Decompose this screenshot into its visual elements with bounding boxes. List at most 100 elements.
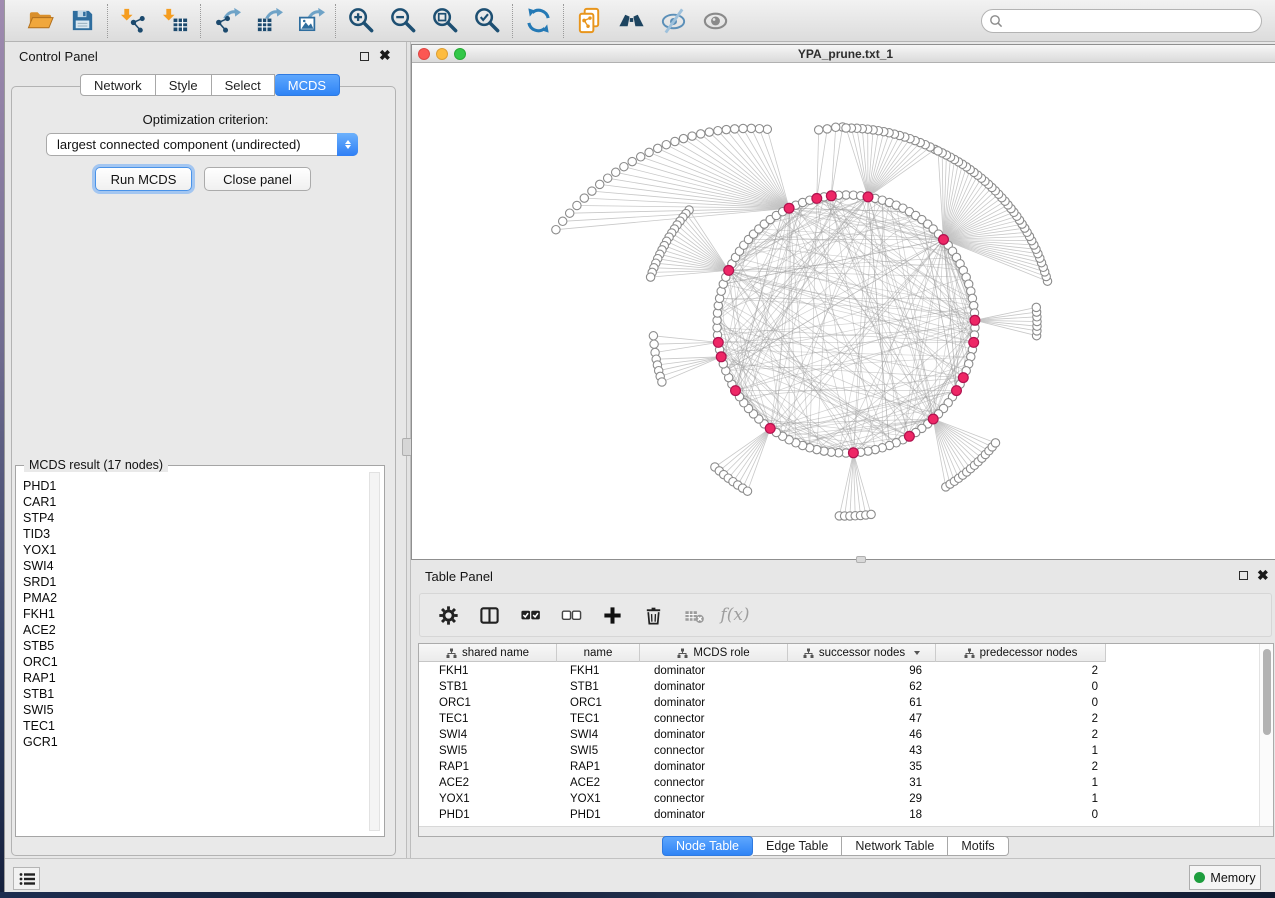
graph-leaf-node[interactable]	[763, 125, 771, 133]
mcds-result-item[interactable]: STP4	[23, 510, 58, 526]
graph-mcds-node[interactable]	[939, 235, 949, 245]
table-float-panel-icon[interactable]	[1239, 571, 1248, 580]
export-image-button[interactable]	[294, 5, 326, 37]
tab-network[interactable]: Network	[80, 74, 156, 96]
float-panel-icon[interactable]	[360, 52, 369, 61]
task-history-button[interactable]	[13, 867, 40, 890]
graph-leaf-node[interactable]	[559, 217, 567, 225]
delete-button[interactable]	[641, 603, 665, 627]
network-graph-canvas[interactable]	[412, 63, 1275, 559]
graph-mcds-node[interactable]	[784, 203, 794, 213]
graph-leaf-node[interactable]	[645, 148, 653, 156]
graph-mcds-node[interactable]	[716, 352, 726, 362]
search-input[interactable]	[1003, 14, 1233, 28]
graph-leaf-node[interactable]	[688, 132, 696, 140]
table-row-YOX1[interactable]: YOX1YOX1connector291	[419, 791, 1106, 807]
graph-leaf-node[interactable]	[823, 125, 831, 133]
mcds-result-item[interactable]: ORC1	[23, 654, 58, 670]
graph-leaf-node[interactable]	[654, 144, 662, 152]
import-network-button[interactable]	[117, 5, 149, 37]
mcds-result-item[interactable]: TEC1	[23, 718, 58, 734]
close-panel-button[interactable]: Close panel	[204, 167, 311, 191]
graph-leaf-node[interactable]	[573, 201, 581, 209]
mcds-result-item[interactable]: SWI5	[23, 702, 58, 718]
tab-style[interactable]: Style	[156, 74, 212, 96]
export-table-button[interactable]	[252, 5, 284, 37]
graph-leaf-node[interactable]	[662, 141, 670, 149]
graph-leaf-node[interactable]	[739, 124, 747, 132]
graph-mcds-node[interactable]	[826, 191, 836, 201]
graph-leaf-node[interactable]	[842, 124, 850, 132]
mcds-result-item[interactable]: SWI4	[23, 558, 58, 574]
graph-leaf-node[interactable]	[867, 510, 875, 518]
column-header-successor-nodes[interactable]: successor nodes	[788, 644, 936, 662]
graph-leaf-node[interactable]	[620, 163, 628, 171]
run-mcds-button[interactable]: Run MCDS	[95, 167, 192, 191]
graph-mcds-node[interactable]	[812, 194, 822, 204]
memory-button[interactable]: Memory	[1189, 865, 1261, 890]
graph-leaf-node[interactable]	[743, 487, 751, 495]
graph-leaf-node[interactable]	[658, 378, 666, 386]
graph-leaf-node[interactable]	[649, 332, 657, 340]
zoom-fit-button[interactable]	[429, 5, 461, 37]
graph-leaf-node[interactable]	[628, 157, 636, 165]
tab-network-table[interactable]: Network Table	[842, 836, 948, 856]
graph-leaf-node[interactable]	[815, 126, 823, 134]
graph-leaf-node[interactable]	[566, 209, 574, 217]
mcds-result-scrollbar[interactable]	[369, 472, 380, 831]
import-table-button[interactable]	[159, 5, 191, 37]
column-header-predecessor-nodes[interactable]: predecessor nodes	[936, 644, 1106, 662]
save-session-button[interactable]	[66, 5, 98, 37]
graph-leaf-node[interactable]	[714, 127, 722, 135]
horizontal-splitter-grip[interactable]	[856, 556, 866, 563]
zoom-in-button[interactable]	[345, 5, 377, 37]
refresh-button[interactable]	[522, 5, 554, 37]
table-horizontal-scrollbar[interactable]	[419, 826, 1273, 836]
tab-select[interactable]: Select	[212, 74, 275, 96]
graph-leaf-node[interactable]	[650, 340, 658, 348]
graph-mcds-node[interactable]	[958, 373, 968, 383]
deselect-all-button[interactable]	[559, 603, 583, 627]
gear-button[interactable]	[436, 603, 460, 627]
mcds-result-item[interactable]: YOX1	[23, 542, 58, 558]
open-file-button[interactable]	[24, 5, 56, 37]
graph-leaf-node[interactable]	[671, 137, 679, 145]
mcds-result-item[interactable]: RAP1	[23, 670, 58, 686]
graph-leaf-node[interactable]	[731, 125, 739, 133]
mcds-result-item[interactable]: STB5	[23, 638, 58, 654]
mcds-result-item[interactable]: STB1	[23, 686, 58, 702]
graph-mcds-node[interactable]	[863, 192, 873, 202]
zoom-out-button[interactable]	[387, 5, 419, 37]
tab-node-table[interactable]: Node Table	[662, 836, 753, 856]
graph-mcds-node[interactable]	[713, 338, 723, 348]
export-network-button[interactable]	[210, 5, 242, 37]
column-header-shared-name[interactable]: shared name	[419, 644, 557, 662]
graph-leaf-node[interactable]	[604, 174, 612, 182]
graph-leaf-node[interactable]	[991, 439, 999, 447]
graph-leaf-node[interactable]	[1032, 303, 1040, 311]
graph-mcds-node[interactable]	[724, 266, 734, 276]
graph-leaf-node[interactable]	[747, 124, 755, 132]
mcds-result-item[interactable]: PMA2	[23, 590, 58, 606]
columns-button[interactable]	[477, 603, 501, 627]
column-header-MCDS-role[interactable]: MCDS role	[640, 644, 788, 662]
graph-mcds-node[interactable]	[969, 338, 979, 348]
mcds-result-item[interactable]: SRD1	[23, 574, 58, 590]
graph-mcds-node[interactable]	[765, 424, 775, 434]
graph-leaf-node[interactable]	[646, 273, 654, 281]
table-scrollbar-thumb[interactable]	[1263, 649, 1271, 735]
graph-mcds-node[interactable]	[970, 315, 980, 325]
tab-edge-table[interactable]: Edge Table	[753, 836, 842, 856]
tab-motifs[interactable]: Motifs	[948, 836, 1008, 856]
table-row-ACE2[interactable]: ACE2ACE2connector311	[419, 775, 1106, 791]
graph-leaf-node[interactable]	[580, 194, 588, 202]
table-vertical-scrollbar[interactable]	[1259, 644, 1273, 826]
mcds-result-item[interactable]: GCR1	[23, 734, 58, 750]
graph-mcds-node[interactable]	[849, 448, 859, 458]
table-row-TEC1[interactable]: TEC1TEC1connector472	[419, 711, 1106, 727]
mcds-result-item[interactable]: TID3	[23, 526, 58, 542]
graph-leaf-node[interactable]	[705, 128, 713, 136]
mcds-result-item[interactable]: FKH1	[23, 606, 58, 622]
table-close-panel-icon[interactable]: ✖	[1257, 570, 1269, 580]
graph-leaf-node[interactable]	[596, 180, 604, 188]
